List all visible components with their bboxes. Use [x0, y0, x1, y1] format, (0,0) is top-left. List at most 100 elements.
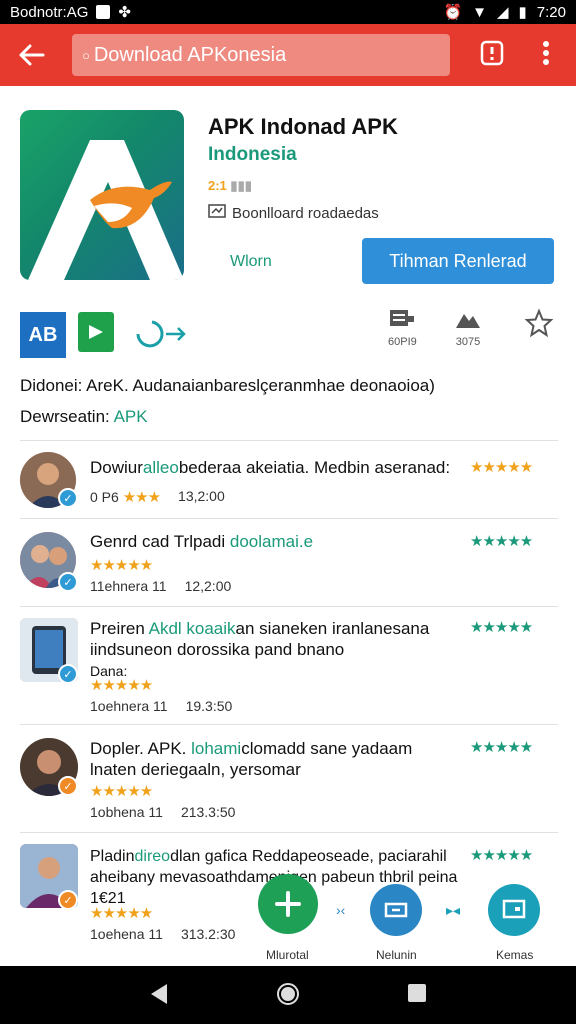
chevron-icon: ›‹ [336, 902, 346, 918]
developer-line: Dewrseatin: APK [20, 407, 148, 427]
review-author: 11ehnera 11 [90, 578, 167, 594]
ab-app-icon[interactable]: AB [20, 312, 66, 358]
check-icon: ✓ [58, 572, 78, 592]
add-fab-label: Mlurotal [266, 948, 309, 962]
developer-line-label: Dewrseatin: [20, 407, 110, 426]
developer-line-value[interactable]: APK [114, 407, 148, 426]
share-fab-button[interactable] [370, 884, 422, 936]
review-date: 19.3:50 [185, 698, 233, 714]
app-description: Didonei: AreK. Audanaianbareslçeranmhae … [20, 376, 435, 395]
app-rating: 2:1 ▮▮▮ [208, 178, 252, 194]
review-stars: ★★★★★ [90, 783, 153, 800]
divider [20, 724, 558, 725]
window-icon [502, 899, 526, 919]
app-developer[interactable]: Indonesia [208, 144, 297, 166]
rating-text: 2:1 [208, 178, 227, 193]
review-title: Genrd cad Trlpadi doolamai.e [90, 532, 460, 552]
refresh-share-icon[interactable] [130, 316, 190, 359]
review-title-highlight: doolamai.e [229, 532, 314, 551]
signal-icon: ◢ [496, 4, 509, 21]
review-title-highlight: alleo [142, 458, 179, 477]
status-left-text: Bodnotr:AG [10, 3, 89, 21]
action-doc[interactable]: 60PI9 [388, 308, 417, 348]
check-icon: ✓ [58, 776, 78, 796]
review-title-pre: Genrd cad Trlpadi [90, 532, 226, 551]
downloads-text: Boonlloard roadaedas [232, 204, 379, 222]
review-title: Preiren Akdl koaaikan sianeken iranlanes… [90, 618, 460, 682]
review-date: 313.2:30 [180, 926, 236, 942]
action-star[interactable] [524, 308, 554, 344]
review-meta: ★★★★★ 1obhena 11 213.3:50 [90, 782, 235, 820]
status-bar: Bodnotr:AG ✤ ⏰ ▼ ◢ ▮ 7:20 [0, 0, 576, 24]
plus-icon [275, 891, 301, 917]
divider [20, 606, 558, 607]
review-title-pre: Dowiur [90, 458, 143, 477]
system-nav-bar [0, 966, 576, 1024]
info-icon[interactable] [480, 40, 504, 71]
app-bar: ○ Download APKonesia [0, 24, 576, 86]
sync-icon: ✤ [118, 4, 131, 21]
review-rating-stars: ★★★★★ [470, 739, 533, 756]
review-stars: ★★★★★ [90, 677, 153, 694]
review-date: 13,2:00 [178, 488, 225, 504]
install-button[interactable]: Tihman Renlerad [362, 238, 554, 284]
chevron-icon: ▸◂ [446, 902, 461, 918]
review-title-highlight: direo [134, 848, 171, 865]
share-fab-label: Nelunin [376, 948, 417, 962]
divider [20, 832, 558, 833]
share-icon [384, 902, 408, 918]
review-title-pre: Pladin [90, 848, 135, 865]
review-title-post: dlan gafica Reddapeoseade, paciarahil [170, 848, 447, 865]
alarm-icon: ⏰ [443, 4, 463, 21]
review-date: 12,2:00 [184, 578, 232, 594]
battery-icon: ▮ [518, 4, 527, 21]
review-author: 1obhena 11 [90, 804, 163, 820]
check-icon: ✓ [58, 664, 78, 684]
review-title-highlight: Akdl koaaik [148, 619, 236, 638]
home-circle-icon[interactable] [276, 982, 300, 1011]
review-rating-stars: ★★★★★ [470, 533, 533, 550]
action-row: AB 60PI9 3075 [0, 308, 576, 360]
app-logo-icon [20, 110, 184, 280]
review-meta: ★★★★★ 1oehnera 11 19.3:50 [90, 676, 232, 714]
star-outline-icon [524, 308, 554, 344]
review-stars: ★★★★★ [90, 557, 153, 574]
search-text: Download APKonesia [93, 43, 287, 66]
review-rating-stars: ★★★★★ [470, 619, 533, 636]
review-title-highlight: lohami [191, 739, 242, 758]
notification-icon [96, 5, 111, 19]
action-mountain-label: 3075 [455, 336, 481, 348]
review-title-post: bederaa akeiatia. Medbin aseranad: [178, 458, 451, 477]
review-title-pre: Dopler. APK. [90, 739, 187, 758]
divider [20, 440, 558, 441]
action-mountain[interactable]: 3075 [454, 308, 482, 348]
review-title: Dopler. APK. lohamiclomadd sane yadaam l… [90, 738, 460, 780]
review-author: 1oehnera 11 [90, 698, 168, 714]
overflow-menu-icon[interactable] [542, 40, 550, 71]
mountain-icon [454, 308, 482, 336]
window-fab-button[interactable] [488, 884, 540, 936]
review-author: 0 P6 [90, 489, 119, 505]
window-fab-label: Kemas [496, 948, 534, 962]
back-triangle-icon[interactable] [148, 982, 170, 1011]
review-title-post: clomadd sane yadaam [241, 739, 413, 758]
review-rating-stars: ★★★★★ [470, 459, 533, 476]
document-icon [388, 308, 417, 336]
rating-bars-icon: ▮▮▮ [230, 178, 252, 193]
back-arrow-icon[interactable] [0, 24, 64, 86]
more-link[interactable]: Wlorn [230, 253, 272, 271]
check-icon: ✓ [58, 890, 78, 910]
add-fab-button[interactable] [258, 874, 318, 934]
review-author: 1oehena 11 [90, 926, 163, 942]
review-title-pre: Preiren [90, 619, 145, 638]
search-box[interactable]: ○ Download APKonesia [72, 34, 450, 76]
review-stars: ★★★ [122, 489, 161, 506]
review-meta: ★★★★★ 1oehena 11 313.2:30 [90, 904, 235, 942]
review-date: 213.3:50 [180, 804, 236, 820]
review-meta: ★★★★★ 11ehnera 11 12,2:00 [90, 556, 231, 594]
downloads-row: Boonlloard roadaedas [208, 204, 379, 222]
recents-square-icon[interactable] [406, 982, 428, 1009]
search-icon: ○ [82, 47, 90, 63]
download-box-icon [208, 204, 226, 222]
play-flag-icon[interactable] [78, 312, 114, 352]
